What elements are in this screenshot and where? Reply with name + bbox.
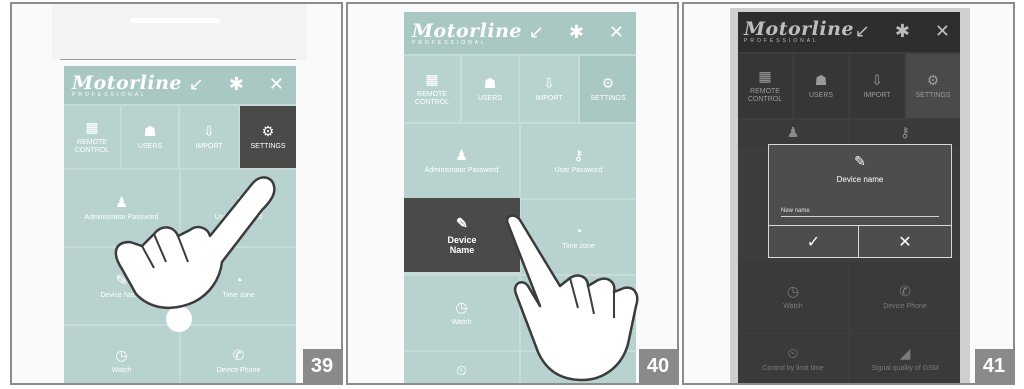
- clock-icon: ◷: [455, 298, 468, 315]
- tile-label: Watch: [451, 319, 472, 327]
- remote-control-icon: ▦: [425, 70, 439, 87]
- admin-password-tile[interactable]: ♟ Administrator Password: [404, 124, 519, 198]
- step-panel-39: Motorline PROFESSIONAL ↙ ✱ ✕ ▦ REMOTE CON…: [10, 2, 343, 385]
- tile-label: Control by limit time: [762, 365, 824, 373]
- step-number: 39: [303, 349, 341, 383]
- timer-icon: ⏲: [456, 361, 467, 378]
- tab-label: SETTINGS: [915, 92, 951, 100]
- app-header: Motorline PROFESSIONAL ↙ ✱ ✕: [64, 66, 296, 104]
- watch-tile[interactable]: ◷ Watch: [64, 326, 179, 383]
- import-icon: ⇩: [543, 74, 555, 91]
- tab-settings[interactable]: ⚙ SETTINGS: [906, 54, 960, 118]
- step-panel-40: Motorline PROFESSIONAL ↙ ✱ ✕ ▦ REMOTE CON…: [346, 2, 679, 385]
- tile-label: User Password: [554, 167, 603, 175]
- tab-label: SETTINGS: [590, 95, 626, 103]
- tab-users[interactable]: ☗ USERS: [794, 54, 848, 118]
- watch-tile[interactable]: ◷ Watch: [738, 262, 848, 332]
- person-icon: ♟: [455, 146, 468, 163]
- clock-icon: ◷: [786, 282, 800, 299]
- tile-label: Device Name: [447, 234, 477, 256]
- device-phone-tile[interactable]: ✆ Device Phone: [850, 262, 960, 332]
- header-icons[interactable]: ↙ ✱ ✕: [855, 21, 960, 42]
- control-by-time-tile[interactable]: ⏲ Control by limit time: [738, 334, 848, 383]
- user-password-tile[interactable]: ⚷ User Password: [521, 124, 636, 198]
- tab-label: USERS: [808, 92, 834, 100]
- new-name-input[interactable]: New name: [781, 206, 939, 217]
- tile-label: Watch: [783, 303, 803, 311]
- tab-settings[interactable]: ⚙ SETTINGS: [580, 56, 636, 122]
- person-icon: ♟: [786, 123, 800, 140]
- tile-label: Administrator Password: [424, 167, 499, 175]
- tile-label: Device Phone: [216, 367, 261, 375]
- clock-icon: ◷: [115, 346, 128, 363]
- phone-icon: ✆: [232, 346, 245, 363]
- settings-gear-icon: ⚙: [926, 71, 940, 88]
- signal-icon: ◢: [899, 344, 911, 361]
- phone-top-bar: [52, 4, 307, 60]
- tab-label: IMPORT: [535, 95, 563, 103]
- phone-speaker: [130, 18, 220, 23]
- motorline-logo: Motorline: [72, 72, 183, 94]
- tab-users[interactable]: ☗ USERS: [462, 56, 518, 122]
- header-icons[interactable]: ↙ ✱ ✕: [529, 22, 634, 43]
- settings-gear-icon: ⚙: [261, 122, 275, 139]
- tab-label: REMOTE CONTROL: [414, 91, 450, 107]
- tab-remote-control[interactable]: ▦ REMOTE CONTROL: [738, 54, 792, 118]
- tab-import[interactable]: ⇩ IMPORT: [850, 54, 904, 118]
- step-number: 41: [975, 349, 1013, 383]
- settings-gear-icon: ⚙: [601, 74, 615, 91]
- step-panel-41: Motorline PROFESSIONAL ↙ ✱ ✕ ▦ REMOTE CON…: [682, 2, 1015, 385]
- cancel-button[interactable]: ✕: [859, 225, 951, 257]
- pencil-icon: ✎: [854, 153, 866, 169]
- pointing-hand-icon: [114, 176, 276, 309]
- step-number: 40: [639, 349, 677, 383]
- header-icons[interactable]: ↙ ✱ ✕: [189, 74, 294, 95]
- key-icon: ⚷: [899, 123, 911, 140]
- tab-label: REMOTE CONTROL: [747, 88, 783, 104]
- screen-divider: [60, 59, 296, 60]
- app-header: Motorline PROFESSIONAL ↙ ✱ ✕: [738, 12, 960, 52]
- tab-remote-control[interactable]: ▦ REMOTE CONTROL: [404, 56, 460, 122]
- tile-label: Watch: [111, 367, 132, 375]
- tile-label: Device Phone: [883, 303, 927, 311]
- app-header: Motorline PROFESSIONAL ↙ ✱ ✕: [404, 12, 636, 54]
- motorline-logo: Motorline: [744, 18, 855, 40]
- users-icon: ☗: [483, 74, 497, 91]
- remote-control-icon: ▦: [85, 118, 99, 135]
- pencil-icon: ✎: [456, 214, 468, 231]
- tile-label: Signal quality of GSM: [871, 365, 939, 373]
- import-icon: ⇩: [203, 122, 215, 139]
- phone-icon: ✆: [899, 282, 911, 299]
- confirm-button[interactable]: ✓: [769, 225, 859, 257]
- timer-icon: ⏲: [787, 344, 799, 361]
- import-icon: ⇩: [871, 71, 883, 88]
- remote-control-icon: ▦: [758, 67, 772, 84]
- device-phone-tile[interactable]: ✆ Device Phone: [181, 326, 296, 383]
- key-icon: ⚷: [573, 146, 584, 163]
- motorline-logo: Motorline: [412, 20, 523, 42]
- dialog-title: Device name: [836, 175, 884, 184]
- users-icon: ☗: [814, 71, 828, 88]
- tab-import[interactable]: ⇩ IMPORT: [520, 56, 578, 122]
- tab-label: USERS: [477, 95, 503, 103]
- signal-quality-tile[interactable]: ◢ Signal quality of GSM: [850, 334, 960, 383]
- users-icon: ☗: [143, 122, 157, 139]
- tab-label: IMPORT: [863, 92, 891, 100]
- device-name-dialog: ✎ Device name New name ✓ ✕: [768, 144, 952, 258]
